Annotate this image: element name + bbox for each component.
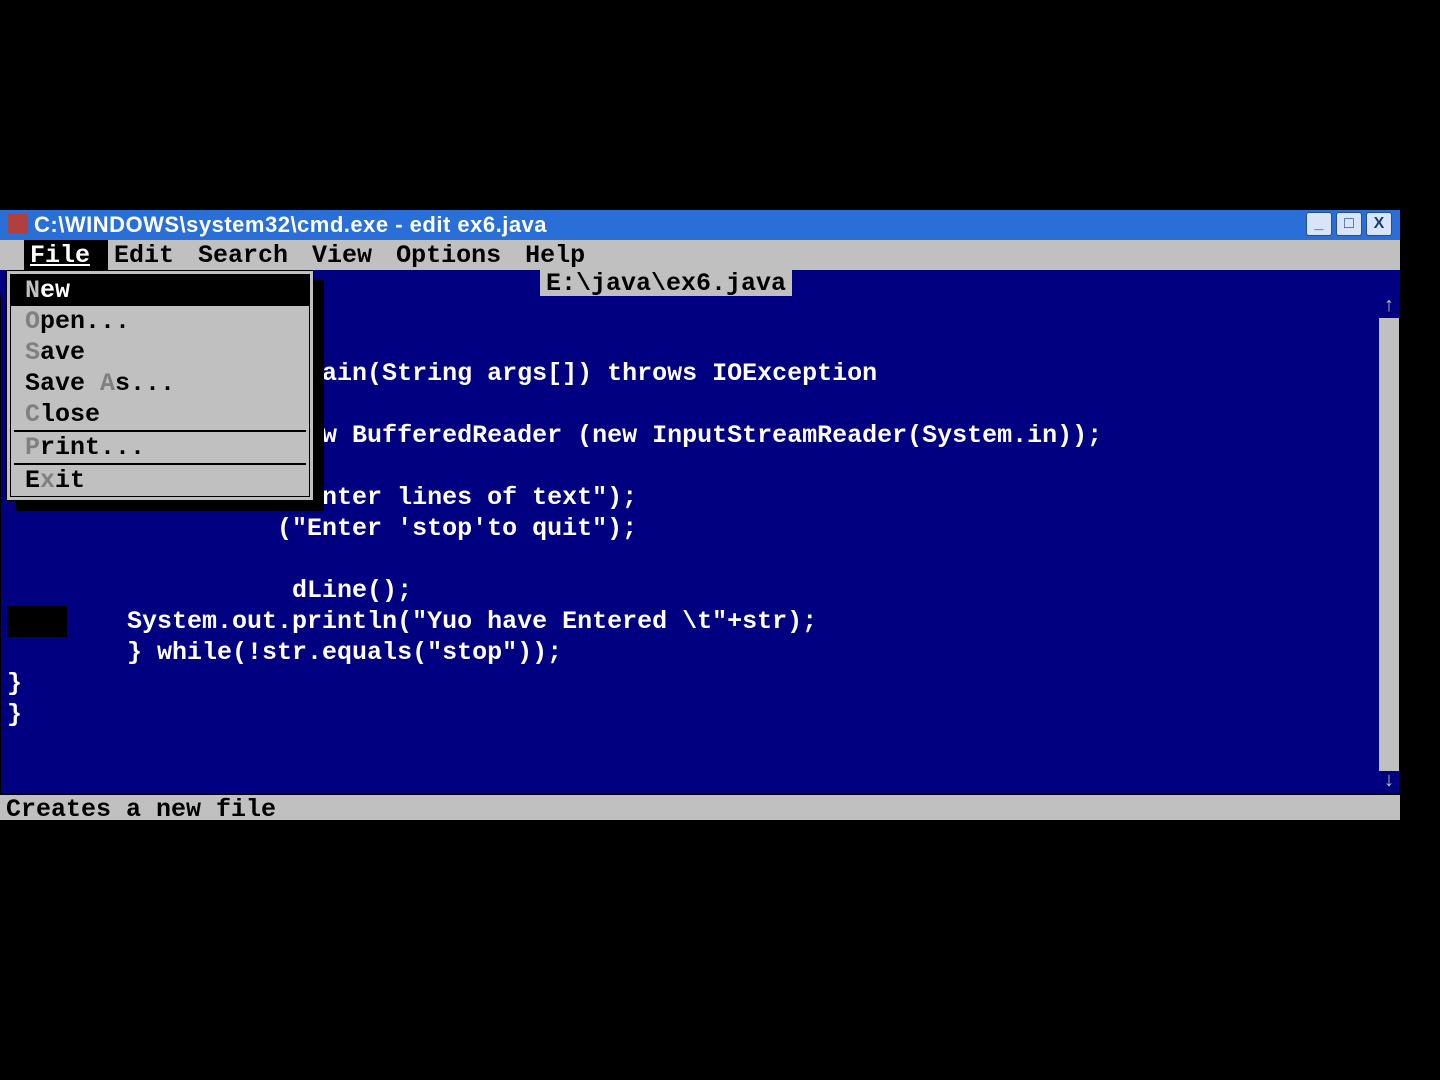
menu-edit[interactable]: Edit: [108, 240, 192, 271]
code-line: } while(!str.equals("stop"));: [7, 638, 562, 667]
window-controls: _ □ X: [1306, 212, 1392, 236]
menu-item-open[interactable]: Open...: [11, 306, 309, 337]
file-menu-dropdown: New Open... Save Save As... Close Print.…: [6, 270, 314, 501]
file-path: E:\java\ex6.java: [540, 269, 792, 298]
vertical-scrollbar[interactable]: ↑ ↓: [1379, 296, 1399, 793]
menu-item-save[interactable]: Save: [11, 337, 309, 368]
scroll-up-icon[interactable]: ↑: [1379, 296, 1399, 318]
menubar: File Edit Search View Options Help: [0, 240, 1400, 270]
code-line: dLine();: [7, 576, 412, 605]
scroll-down-icon[interactable]: ↓: [1379, 771, 1399, 793]
app-icon: [8, 214, 28, 234]
code-line: System.out.println("Yuo have Entered \t"…: [67, 607, 817, 636]
window-title: C:\WINDOWS\system32\cmd.exe - edit ex6.j…: [34, 212, 1306, 238]
editor-window: C:\WINDOWS\system32\cmd.exe - edit ex6.j…: [0, 210, 1400, 824]
menu-item-print[interactable]: Print...: [11, 432, 309, 463]
menu-item-new[interactable]: New: [11, 275, 309, 306]
menu-item-save-as[interactable]: Save As...: [11, 368, 309, 399]
titlebar[interactable]: C:\WINDOWS\system32\cmd.exe - edit ex6.j…: [0, 210, 1400, 240]
close-button[interactable]: X: [1366, 212, 1392, 236]
menu-file[interactable]: File: [24, 240, 108, 271]
menu-search[interactable]: Search: [192, 240, 306, 271]
menu-help[interactable]: Help: [519, 240, 603, 271]
menu-view[interactable]: View: [306, 240, 390, 271]
code-line: }: [7, 669, 22, 698]
menu-item-close[interactable]: Close: [11, 399, 309, 430]
cursor: [7, 606, 67, 637]
menu-options[interactable]: Options: [390, 240, 519, 271]
code-line: }: [7, 700, 22, 729]
maximize-button[interactable]: □: [1336, 212, 1362, 236]
code-line: ("Enter 'stop'to quit");: [7, 514, 637, 543]
minimize-button[interactable]: _: [1306, 212, 1332, 236]
menu-item-exit[interactable]: Exit: [11, 465, 309, 496]
